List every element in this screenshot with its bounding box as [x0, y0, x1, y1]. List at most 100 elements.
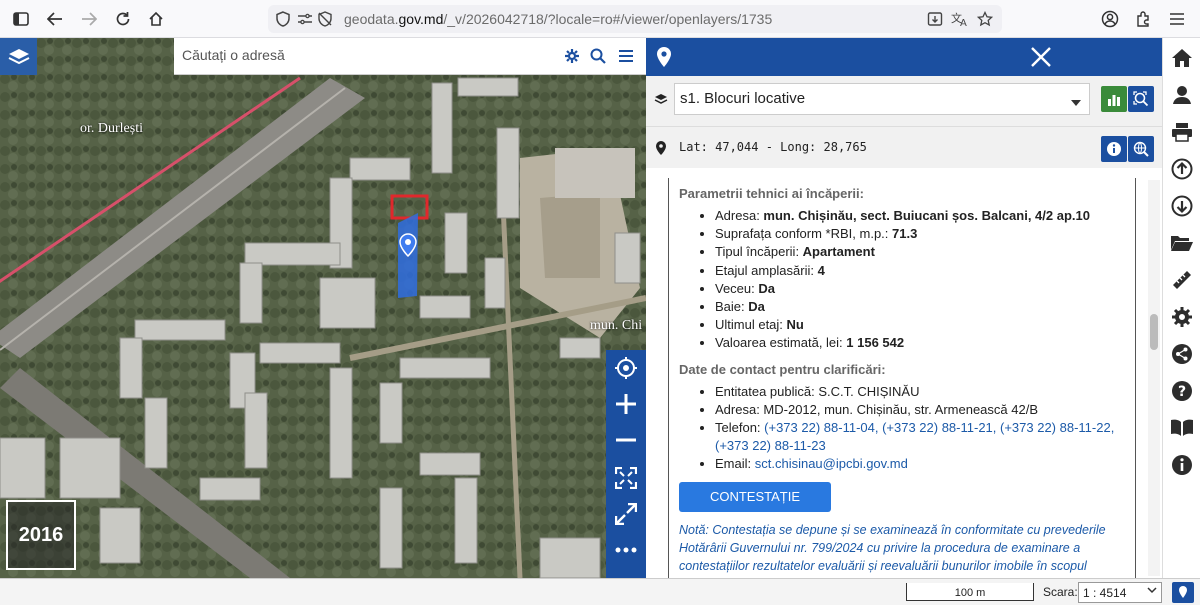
settings-gear-icon[interactable]: [562, 46, 582, 66]
folder-open-icon[interactable]: [1170, 231, 1194, 255]
close-icon[interactable]: [1030, 46, 1052, 71]
fullscreen-icon[interactable]: [606, 496, 646, 532]
contact-address: Adresa: MD-2012, mun. Chișinău, str. Arm…: [715, 401, 1125, 419]
layers-button[interactable]: [0, 38, 37, 75]
ruler-icon[interactable]: [1170, 268, 1194, 292]
contact-entity: Entitatea publică: S.C.T. CHIȘINĂU: [715, 383, 1125, 401]
contact-list: Entitatea publică: S.C.T. CHIȘINĂU Adres…: [679, 383, 1125, 474]
scale-select[interactable]: 1 : 4514: [1078, 582, 1162, 603]
param-value: Da: [758, 280, 775, 296]
permissions-icon[interactable]: [296, 10, 314, 28]
minus-icon: [616, 438, 636, 442]
tech-params-title: Parametrii tehnici ai încăperii:: [679, 186, 864, 201]
contest-note: Notă: Contestația se depune și se examin…: [679, 522, 1106, 573]
layer-select[interactable]: s1. Blocuri locative: [674, 83, 1090, 115]
caret-down-icon: [1071, 93, 1081, 110]
map-pin-icon: [656, 46, 672, 71]
statistics-chart-button[interactable]: [1101, 86, 1127, 112]
param-label: Etajul amplasării:: [715, 262, 818, 278]
book-icon[interactable]: [1170, 416, 1194, 440]
zoom-to-feature-button[interactable]: [1128, 86, 1154, 112]
home-icon[interactable]: [145, 8, 167, 30]
user-icon[interactable]: [1170, 83, 1194, 107]
chevron-down-icon: [1147, 585, 1157, 598]
about-info-icon[interactable]: [1170, 453, 1194, 477]
list-item: Valoarea estimată, lei: 1 156 542: [715, 334, 1125, 352]
panel-scrollbar[interactable]: [1148, 180, 1160, 576]
layer-select-value: s1. Blocuri locative: [680, 90, 806, 107]
reader-view-icon[interactable]: [926, 10, 944, 28]
coord-pin-icon: [655, 140, 667, 159]
map-controls: [606, 350, 646, 578]
coordinate-system-button[interactable]: [1172, 582, 1194, 603]
menu-icon[interactable]: [1166, 8, 1188, 30]
home-tool-icon[interactable]: [1170, 46, 1194, 70]
address-search-input[interactable]: [182, 47, 552, 63]
scrollbar-thumb[interactable]: [1150, 314, 1158, 350]
list-item: Etajul amplasării: 4: [715, 262, 1125, 280]
param-label: Adresa:: [715, 208, 764, 223]
contact-email: Email: sct.chisinau@ipcbi.gov.md: [715, 455, 1125, 473]
translate-icon[interactable]: 文A: [951, 10, 969, 28]
map-view[interactable]: or. Durlești mun. Chi Căutați o adresă 2…: [0, 38, 646, 578]
pin-icon: [1179, 586, 1187, 598]
address-bar[interactable]: geodata.gov.md/_v/2026042718/?locale=ro#…: [268, 5, 1002, 33]
settings-icon[interactable]: [1170, 305, 1194, 329]
place-label-durlesti: or. Durlești: [80, 121, 143, 136]
param-label: Ultimul etaj:: [715, 317, 787, 333]
fit-extent-icon[interactable]: [606, 460, 646, 496]
param-value: 71.3: [892, 226, 918, 242]
back-icon[interactable]: [44, 8, 66, 30]
feature-details: Parametrii tehnici ai încăperii: Adresa:…: [668, 178, 1136, 578]
download-icon[interactable]: [1170, 194, 1194, 218]
bookmark-star-icon[interactable]: [976, 10, 994, 28]
scale-value: 1 : 4514: [1083, 586, 1127, 600]
place-label-chisinau: mun. Chi: [590, 318, 643, 333]
tracking-protection-icon[interactable]: [316, 10, 334, 28]
layer-select-row: s1. Blocuri locative: [646, 76, 1162, 126]
hamburger-menu-icon[interactable]: [616, 46, 636, 66]
param-value: Da: [748, 299, 765, 315]
contest-button[interactable]: CONTESTAȚIE: [679, 481, 831, 512]
help-icon[interactable]: ?: [1170, 379, 1194, 403]
url-domain: gov.md: [398, 11, 444, 27]
forward-icon[interactable]: [78, 8, 100, 30]
param-label: Veceu:: [715, 280, 759, 296]
globe-search-icon: [1133, 141, 1149, 157]
url-path: /_v/2026042718/?locale=ro#/viewer/openla…: [443, 11, 773, 27]
zoom-out-button[interactable]: [606, 422, 646, 458]
web-search-button[interactable]: [1128, 136, 1154, 162]
url-text[interactable]: geodata.gov.md/_v/2026042718/?locale=ro#…: [344, 11, 772, 27]
email-link[interactable]: sct.chisinau@ipcbi.gov.md: [755, 456, 908, 471]
aerial-imagery: [0, 38, 646, 578]
info-button[interactable]: [1101, 136, 1127, 162]
param-label: Tipul încăperii:: [715, 244, 803, 260]
param-value: 4: [817, 262, 825, 278]
list-item: Baie: Da: [715, 298, 1125, 316]
sidebar-toggle-icon[interactable]: [10, 8, 32, 30]
more-options-icon[interactable]: [606, 532, 646, 568]
layers-small-icon: [654, 93, 668, 108]
upload-icon[interactable]: [1170, 157, 1194, 181]
address-search-bar: [174, 38, 646, 75]
param-value: Apartament: [802, 244, 875, 260]
reload-icon[interactable]: [112, 8, 134, 30]
locate-crosshair-icon[interactable]: [606, 350, 646, 386]
extensions-icon[interactable]: [1133, 8, 1155, 30]
print-icon[interactable]: [1170, 120, 1194, 144]
param-value: 1 156 542: [846, 335, 905, 351]
imagery-year-switcher[interactable]: 2016: [6, 500, 76, 570]
url-prefix: geodata.: [344, 11, 399, 27]
share-icon[interactable]: [1170, 342, 1194, 366]
phone-label: Telefon:: [715, 420, 765, 436]
zoom-in-button[interactable]: [606, 386, 646, 422]
plus-icon: [616, 394, 636, 414]
phone-links[interactable]: (+373 22) 88-11-04, (+373 22) 88-11-21, …: [715, 420, 1114, 453]
info-icon: [1107, 142, 1121, 156]
account-icon[interactable]: [1099, 8, 1121, 30]
list-item: Tipul încăperii: Apartament: [715, 243, 1125, 261]
svg-text:A: A: [960, 18, 967, 27]
search-icon[interactable]: [588, 46, 608, 66]
contact-title: Date de contact pentru clarificări:: [679, 361, 886, 377]
shield-icon[interactable]: [274, 10, 292, 28]
